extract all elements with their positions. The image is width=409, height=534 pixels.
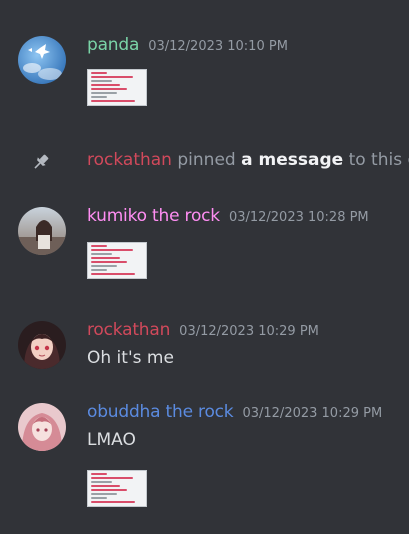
avatar-image (18, 36, 66, 84)
image-attachment[interactable] (87, 242, 147, 279)
avatar-image (18, 321, 66, 369)
message-header: rockathan 03/12/2023 10:29 PM (87, 320, 319, 340)
pin-notice-text: rockathan pinned a message to this ch (87, 150, 409, 170)
message-header: obuddha the rock 03/12/2023 10:29 PM (87, 402, 382, 422)
username[interactable]: panda (87, 35, 139, 55)
avatar-obuddha[interactable] (18, 403, 66, 451)
cropped-header-fragment (176, 0, 220, 2)
timestamp: 03/12/2023 10:29 PM (242, 406, 383, 421)
image-attachment[interactable] (87, 69, 147, 106)
pin-system-message: rockathan pinned a message to this ch (0, 150, 409, 172)
avatar-panda[interactable] (18, 36, 66, 84)
message-header: panda 03/12/2023 10:10 PM (87, 35, 288, 55)
pin-action-text: pinned (177, 150, 236, 170)
username[interactable]: obuddha the rock (87, 402, 234, 422)
message-text: Oh it's me (87, 348, 174, 368)
image-attachment[interactable] (87, 470, 147, 507)
avatar-image (18, 403, 66, 451)
message-text: LMAO (87, 430, 136, 450)
pinned-message-link[interactable]: a message (241, 150, 343, 170)
pin-trailing-text: to this ch (348, 150, 409, 170)
timestamp: 03/12/2023 10:29 PM (179, 324, 319, 339)
avatar-kumiko[interactable] (18, 207, 66, 255)
username[interactable]: kumiko the rock (87, 206, 220, 226)
message-header: kumiko the rock 03/12/2023 10:28 PM (87, 206, 369, 226)
timestamp: 03/12/2023 10:28 PM (228, 210, 369, 225)
avatar-rockathan[interactable] (18, 321, 66, 369)
username[interactable]: rockathan (87, 320, 170, 340)
pin-icon (34, 154, 49, 169)
pinner-username[interactable]: rockathan (87, 150, 172, 170)
timestamp: 03/12/2023 10:10 PM (148, 39, 288, 54)
avatar-image (18, 207, 66, 255)
